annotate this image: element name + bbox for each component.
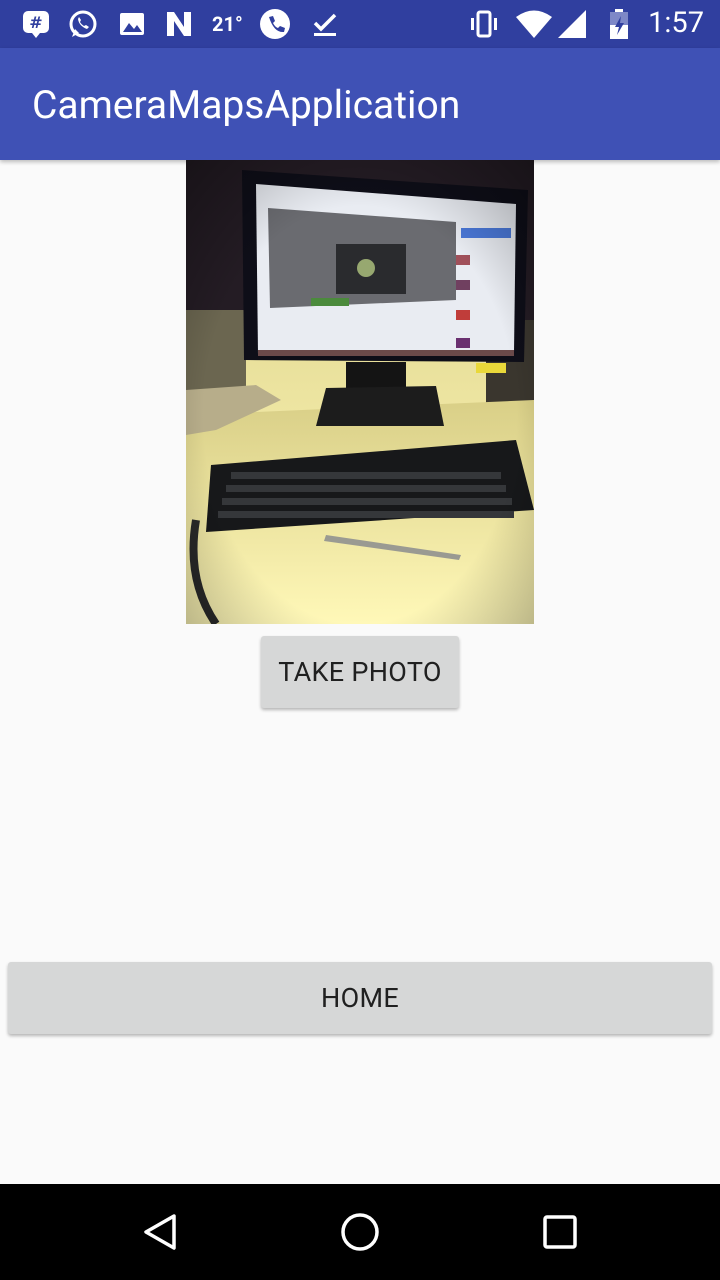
whatsapp-icon bbox=[69, 10, 97, 38]
app-toolbar: CameraMapsApplication bbox=[0, 48, 720, 160]
status-bar: # 21° 1:57 bbox=[0, 0, 720, 48]
navigation-bar bbox=[0, 1184, 720, 1280]
recents-icon[interactable] bbox=[542, 1214, 578, 1250]
back-icon[interactable] bbox=[140, 1212, 180, 1252]
chat-notification-icon: # bbox=[23, 11, 49, 38]
image-icon bbox=[120, 13, 144, 35]
battery-icon bbox=[610, 9, 628, 39]
photo-image bbox=[186, 160, 534, 624]
clock-text: 1:57 bbox=[648, 6, 704, 40]
phone-icon bbox=[260, 9, 290, 39]
vibrate-icon bbox=[471, 10, 497, 38]
home-button[interactable]: HOME bbox=[8, 962, 712, 1034]
take-photo-button[interactable]: TAKE PHOTO bbox=[261, 636, 459, 708]
svg-text:#: # bbox=[29, 13, 42, 32]
captured-photo bbox=[186, 160, 534, 624]
signal-icon bbox=[558, 10, 586, 38]
check-icon bbox=[313, 13, 337, 36]
home-circle-icon[interactable] bbox=[339, 1211, 381, 1253]
n-icon bbox=[167, 12, 191, 36]
wifi-icon bbox=[516, 10, 552, 38]
app-title: CameraMapsApplication bbox=[32, 82, 461, 128]
temperature-text: 21° bbox=[212, 12, 243, 36]
